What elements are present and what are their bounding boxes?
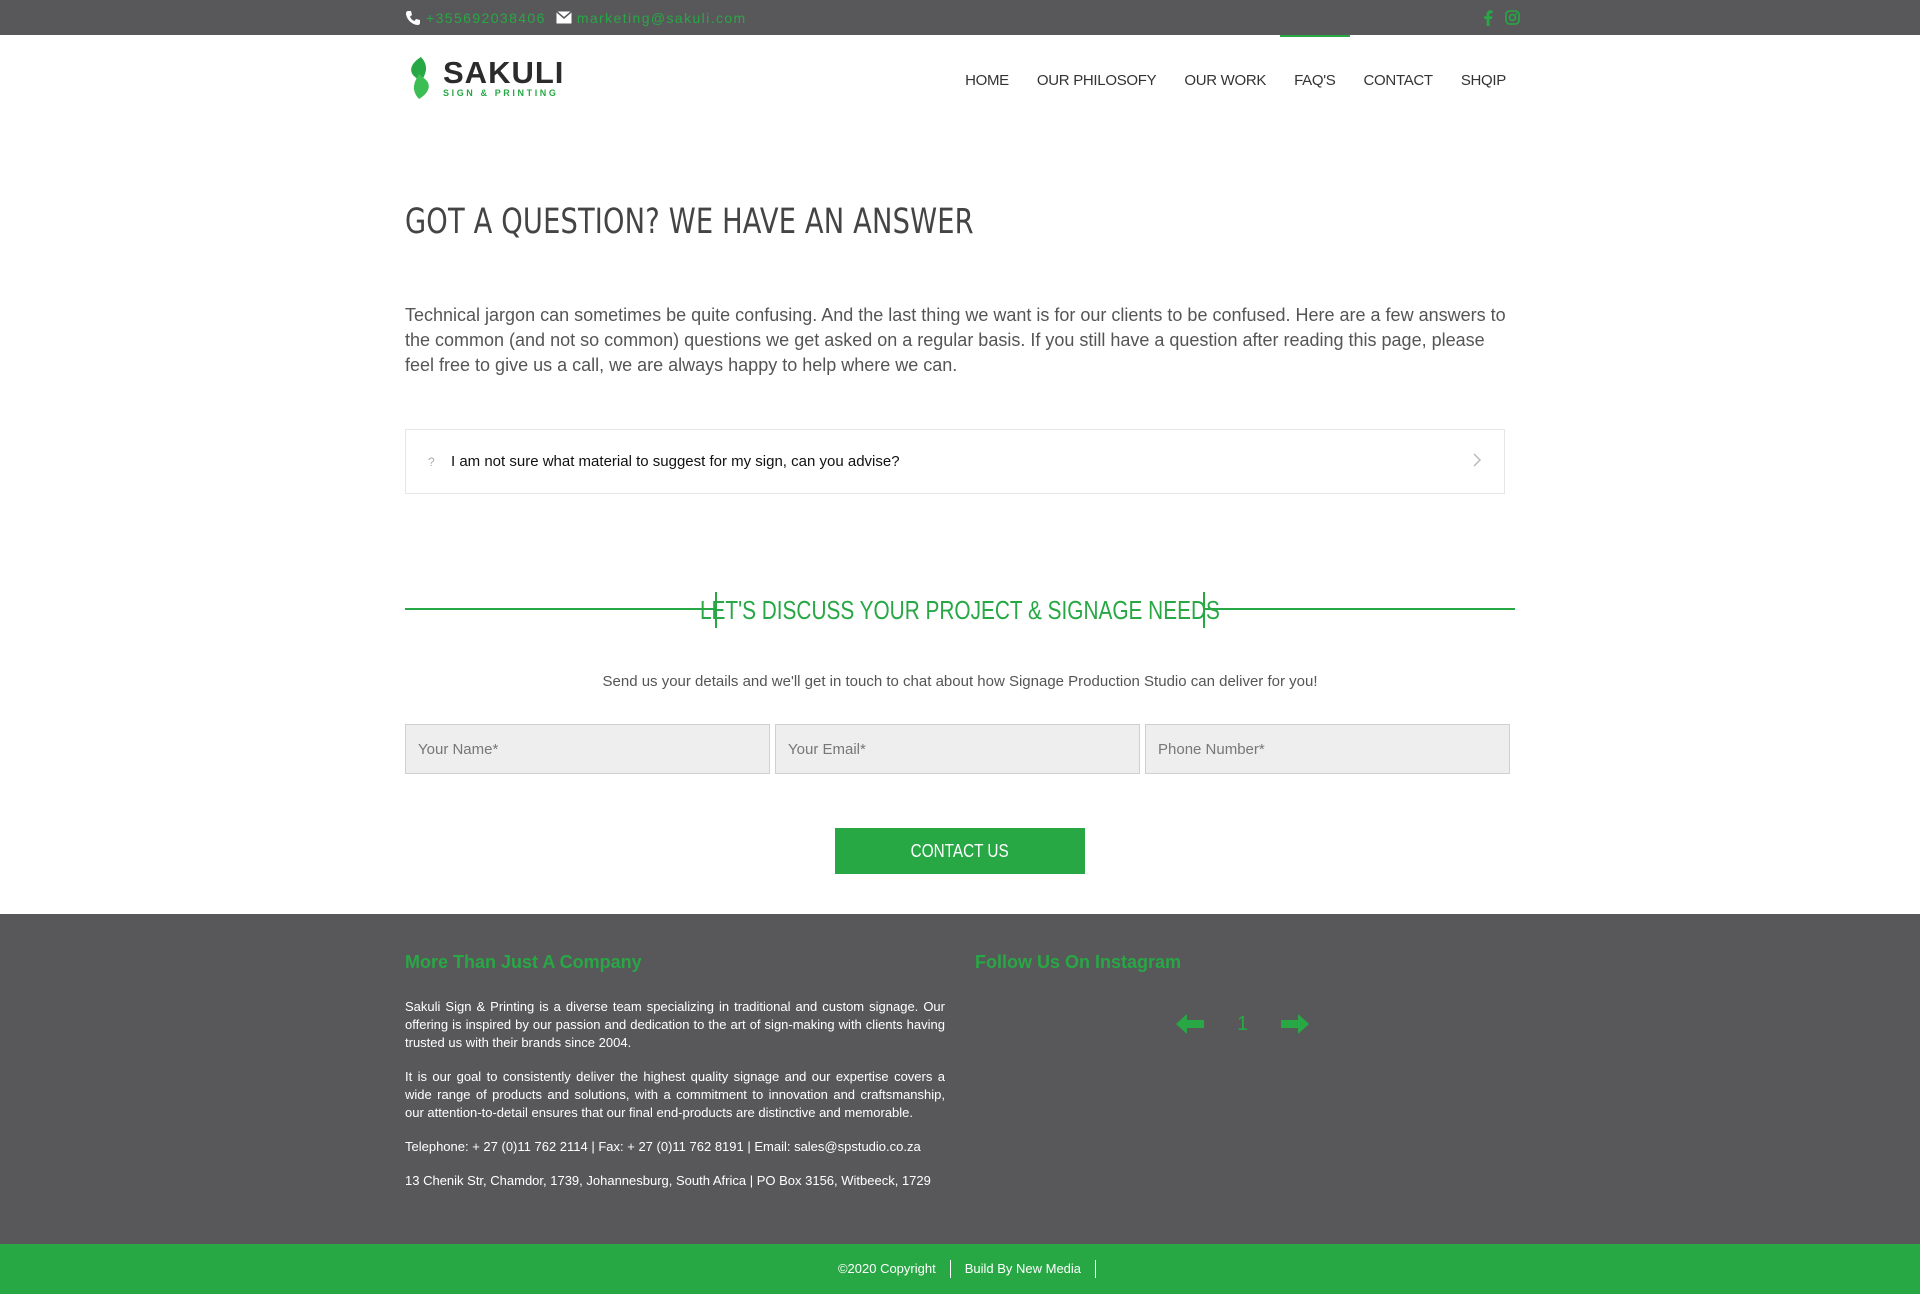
phone-input[interactable] [1145,724,1510,774]
phone-link[interactable]: +355692038406 [426,10,546,26]
bottom-bar: ©2020 Copyright Build By New Media [0,1244,1920,1294]
cta-title: LET'S DISCUSS YOUR PROJECT & SIGNAGE NEE… [700,592,1220,628]
divider-line [1205,608,1515,610]
divider-tick [1203,592,1205,628]
contact-us-button[interactable]: CONTACT US [835,828,1085,874]
top-bar-inner: +355692038406 marketing@sakuli.com [405,0,1520,35]
faq-question: I am not sure what material to suggest f… [451,453,900,470]
instagram-heading: Follow Us On Instagram [975,952,1182,972]
footer-contact-line: Telephone: + 27 (0)11 762 2114 | Fax: + … [405,1139,921,1154]
nav-our-work[interactable]: OUR WORK [1170,35,1280,125]
top-email[interactable]: marketing@sakuli.com [555,10,747,26]
footer-instagram: Follow Us On Instagram [975,952,1515,998]
site-footer: More Than Just A Company Sakuli Sign & P… [0,914,1920,1244]
cta-heading: LET'S DISCUSS YOUR PROJECT & SIGNAGE NEE… [405,592,1515,628]
about-paragraph: Sakuli Sign & Printing is a diverse team… [405,999,945,1050]
faq-item[interactable]: ? I am not sure what material to suggest… [405,429,1505,494]
facebook-icon[interactable] [1483,9,1493,26]
nav-our-philosofy[interactable]: OUR PHILOSOFY [1023,35,1170,125]
top-bar: +355692038406 marketing@sakuli.com [0,0,1920,35]
nav-faqs[interactable]: FAQ'S [1280,35,1350,125]
divider-line [405,608,715,610]
social-links [1483,0,1520,35]
logo[interactable]: SAKULI SIGN & PRINTING [405,55,585,101]
cta-subtitle: Send us your details and we'll get in to… [602,673,1318,690]
page-title: GOT A QUESTION? WE HAVE AN ANSWER [405,202,974,242]
phone-icon [406,10,420,25]
logo-tagline: SIGN & PRINTING [443,88,559,98]
arrow-right-icon[interactable] [1280,1013,1310,1035]
footer-about: More Than Just A Company Sakuli Sign & P… [405,952,945,1206]
about-heading: More Than Just A Company [405,952,642,972]
instagram-pager: 1 [1175,1009,1310,1039]
contact-us-label: CONTACT US [910,840,1010,861]
envelope-icon [555,11,572,24]
instagram-icon[interactable] [1505,10,1520,25]
question-mark-icon: ? [428,454,435,469]
top-phone[interactable]: +355692038406 [405,10,546,26]
logo-name: SAKULI [443,55,565,90]
main-nav: HOME OUR PHILOSOFY OUR WORK FAQ'S CONTAC… [951,35,1520,125]
nav-shqip[interactable]: SHQIP [1447,35,1520,125]
instagram-page-number: 1 [1236,1012,1249,1035]
contact-form [405,724,1510,774]
logo-mark-icon [411,57,429,99]
credit-link[interactable]: Build By New Media [951,1260,1097,1278]
cta-title-text: LET'S DISCUSS YOUR PROJECT & SIGNAGE NEE… [700,594,1220,625]
arrow-left-icon[interactable] [1175,1013,1205,1035]
email-input[interactable] [775,724,1140,774]
chevron-right-icon [1473,453,1482,467]
nav-home[interactable]: HOME [951,35,1023,125]
logo-text: SAKULI SIGN & PRINTING [443,55,565,98]
nav-contact[interactable]: CONTACT [1350,35,1447,125]
email-link[interactable]: marketing@sakuli.com [577,10,747,26]
intro-text: Technical jargon can sometimes be quite … [405,305,1506,375]
name-input[interactable] [405,724,770,774]
site-header: SAKULI SIGN & PRINTING HOME OUR PHILOSOF… [0,35,1920,125]
copyright-text: ©2020 Copyright [824,1260,951,1278]
footer-address-line: 13 Chenik Str, Chamdor, 1739, Johannesbu… [405,1173,931,1188]
about-paragraph: It is our goal to consistently deliver t… [405,1069,945,1120]
